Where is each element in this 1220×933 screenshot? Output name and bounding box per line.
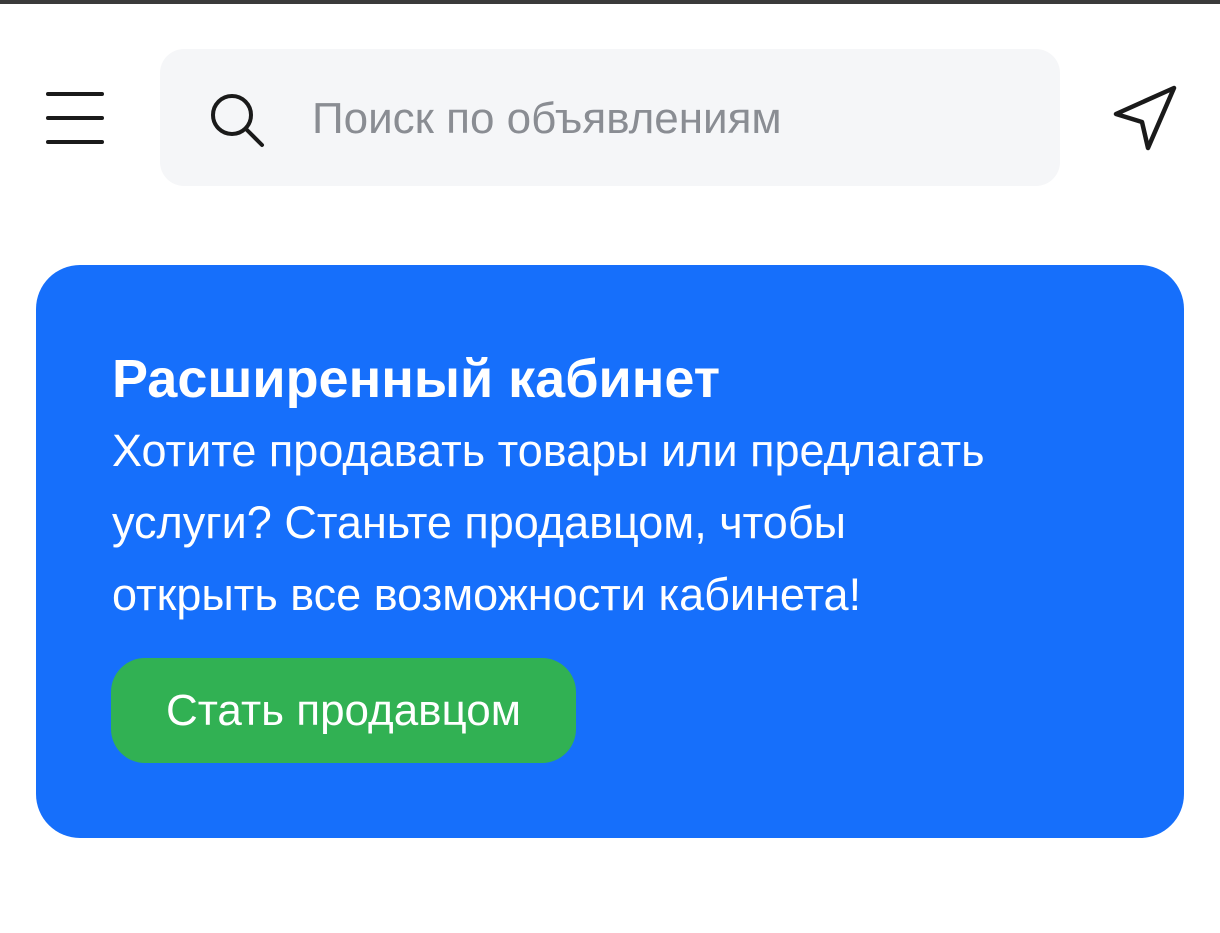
banner-text-line: Хотите продавать товары или предлагать <box>112 425 985 476</box>
banner-title: Расширенный кабинет <box>112 349 721 409</box>
become-seller-button[interactable]: Стать продавцом <box>111 658 576 763</box>
hamburger-menu-icon <box>46 92 104 96</box>
banner-text-line: услуги? Станьте продавцом, чтобы <box>112 497 846 548</box>
location-arrow-icon[interactable] <box>1108 82 1180 154</box>
search-placeholder: Поиск по объявлениям <box>312 94 782 143</box>
hamburger-menu-icon-bar <box>46 140 104 144</box>
hamburger-menu-icon-bar <box>46 116 104 120</box>
banner-description: Хотите продавать товары или предлагать у… <box>112 415 1112 631</box>
search-icon <box>211 94 264 147</box>
banner-text-line: открыть все возможности кабинета! <box>112 569 862 620</box>
menu-button[interactable] <box>44 92 106 144</box>
promo-banner: Расширенный кабинет Хотите продавать тов… <box>36 265 1184 838</box>
search-input[interactable]: Поиск по объявлениям <box>160 49 1060 186</box>
top-divider <box>0 0 1220 4</box>
